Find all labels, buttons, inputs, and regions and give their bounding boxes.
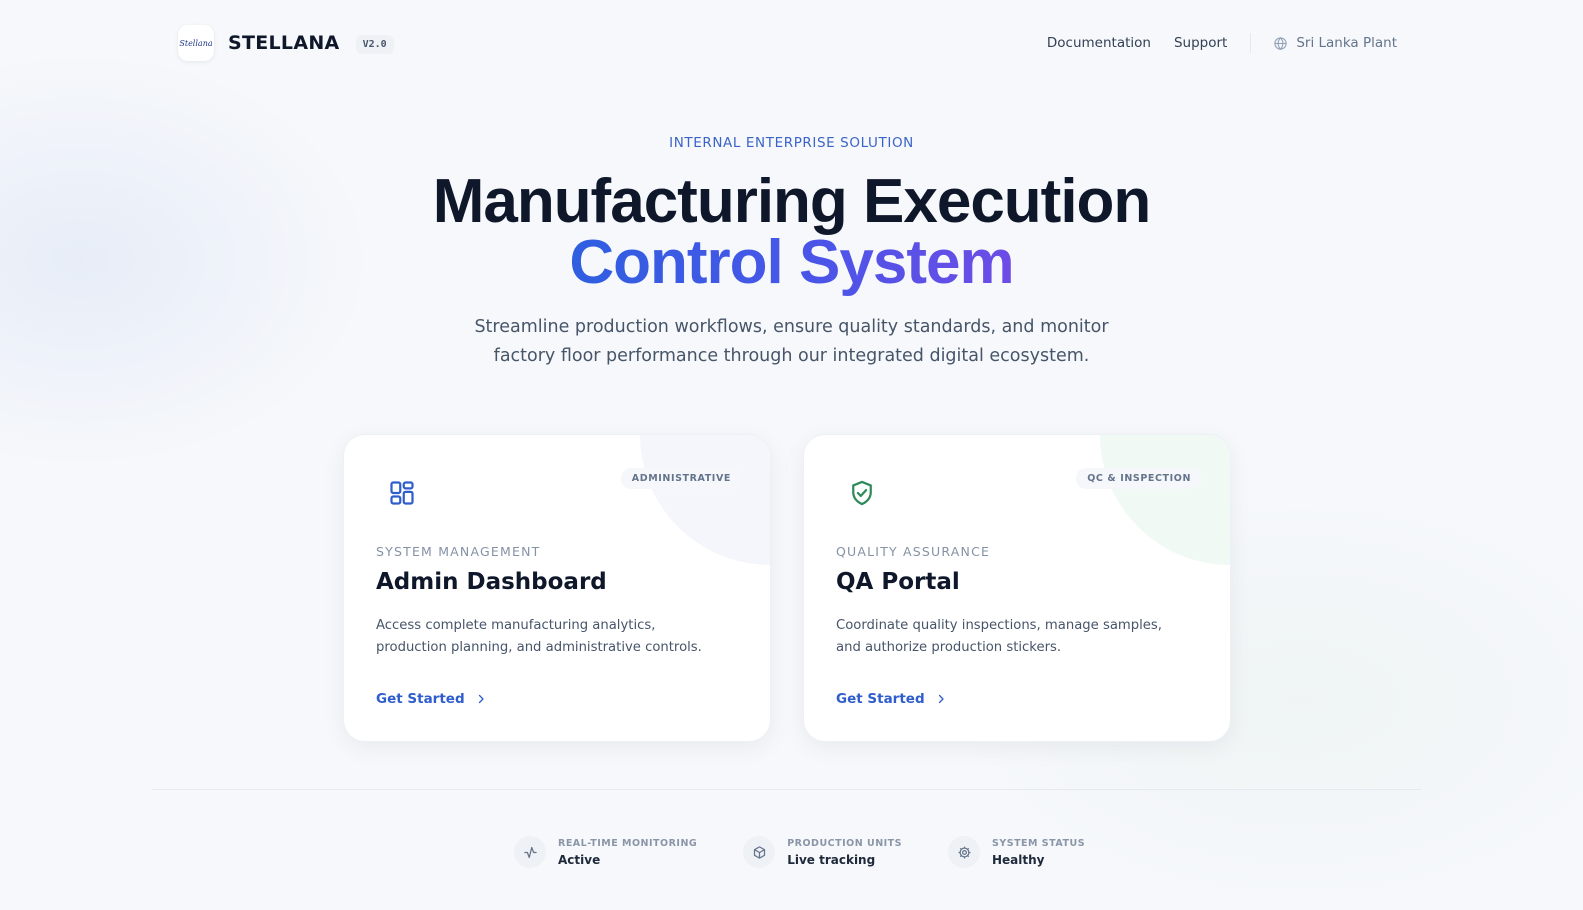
hero-subtitle: Streamline production workflows, ensure …: [474, 317, 1109, 366]
stat-icon-wrapper: [948, 836, 980, 868]
nav-divider: [1250, 33, 1252, 53]
shield-check-icon: [852, 480, 872, 506]
card-tag: ADMINISTRATIVE: [620, 468, 742, 489]
card-corner-decoration: [640, 435, 770, 565]
nav-documentation-link[interactable]: Documentation: [1047, 35, 1151, 51]
plant-selector[interactable]: Sri Lanka Plant: [1273, 35, 1397, 51]
admin-get-started-link[interactable]: Get Started: [376, 691, 487, 707]
plant-label: Sri Lanka Plant: [1296, 35, 1397, 51]
globe-icon: [1274, 36, 1288, 50]
version-badge: V2.0: [355, 35, 394, 54]
hero-title: Manufacturing Execution: [432, 167, 1152, 236]
chevron-right-icon: [478, 694, 484, 704]
top-nav: Documentation Support Sri Lanka Plant: [1024, 33, 1405, 53]
stat-icon-wrapper: [743, 836, 776, 868]
top-header: Stellana STELLANA V2.0 Documentation Sup…: [178, 22, 1405, 64]
brand[interactable]: Stellana STELLANA V2.0: [178, 25, 394, 61]
stat-value: Live tracking: [787, 852, 876, 867]
card-kicker: SYSTEM MANAGEMENT: [376, 544, 541, 559]
hero-title-accent: Control System: [0, 232, 1583, 294]
stat-production-units: PRODUCTION UNITS Live tracking: [743, 836, 902, 868]
gear-icon: [958, 846, 970, 858]
cta-label: Get Started: [836, 691, 925, 707]
card-kicker: QUALITY ASSURANCE: [836, 544, 991, 559]
section-divider: [152, 789, 1421, 790]
box-icon: [753, 845, 765, 859]
card-description: Coordinate quality inspections, manage s…: [836, 618, 1162, 655]
admin-dashboard-card[interactable]: ADMINISTRATIVE SYSTEM MANAGEMENT Admin D…: [343, 434, 771, 742]
stat-label: PRODUCTION UNITS: [787, 837, 902, 849]
stat-system-status: SYSTEM STATUS Healthy: [948, 836, 1085, 868]
chevron-right-icon: [938, 694, 944, 704]
card-description: Access complete manufacturing analytics,…: [376, 618, 702, 655]
qa-get-started-link[interactable]: Get Started: [836, 691, 947, 707]
stellana-logo: Stellana: [178, 25, 214, 61]
hero-title-accent-text: Control System: [569, 228, 1014, 297]
stat-label: REAL-TIME MONITORING: [558, 837, 698, 849]
hero-eyebrow: INTERNAL ENTERPRISE SOLUTION: [669, 135, 914, 151]
nav-support-link[interactable]: Support: [1174, 35, 1227, 51]
grid-dashboard-icon: [390, 481, 414, 505]
stat-value: Active: [558, 852, 601, 867]
card-title: Admin Dashboard: [376, 569, 607, 595]
stat-icon-wrapper: [514, 836, 546, 868]
qa-portal-card[interactable]: QC & INSPECTION QUALITY ASSURANCE QA Por…: [803, 434, 1231, 742]
card-tag: QC & INSPECTION: [1076, 468, 1202, 489]
cta-label: Get Started: [376, 691, 465, 707]
card-title: QA Portal: [836, 569, 960, 595]
activity-icon: [523, 846, 537, 858]
status-bar: REAL-TIME MONITORING Active PRODUCTION U…: [514, 836, 1131, 868]
brand-name: STELLANA: [228, 32, 340, 54]
stat-realtime-monitoring: REAL-TIME MONITORING Active: [514, 836, 697, 868]
stat-label: SYSTEM STATUS: [992, 837, 1086, 849]
card-corner-decoration: [1100, 435, 1230, 565]
stat-value: Healthy: [992, 852, 1045, 867]
